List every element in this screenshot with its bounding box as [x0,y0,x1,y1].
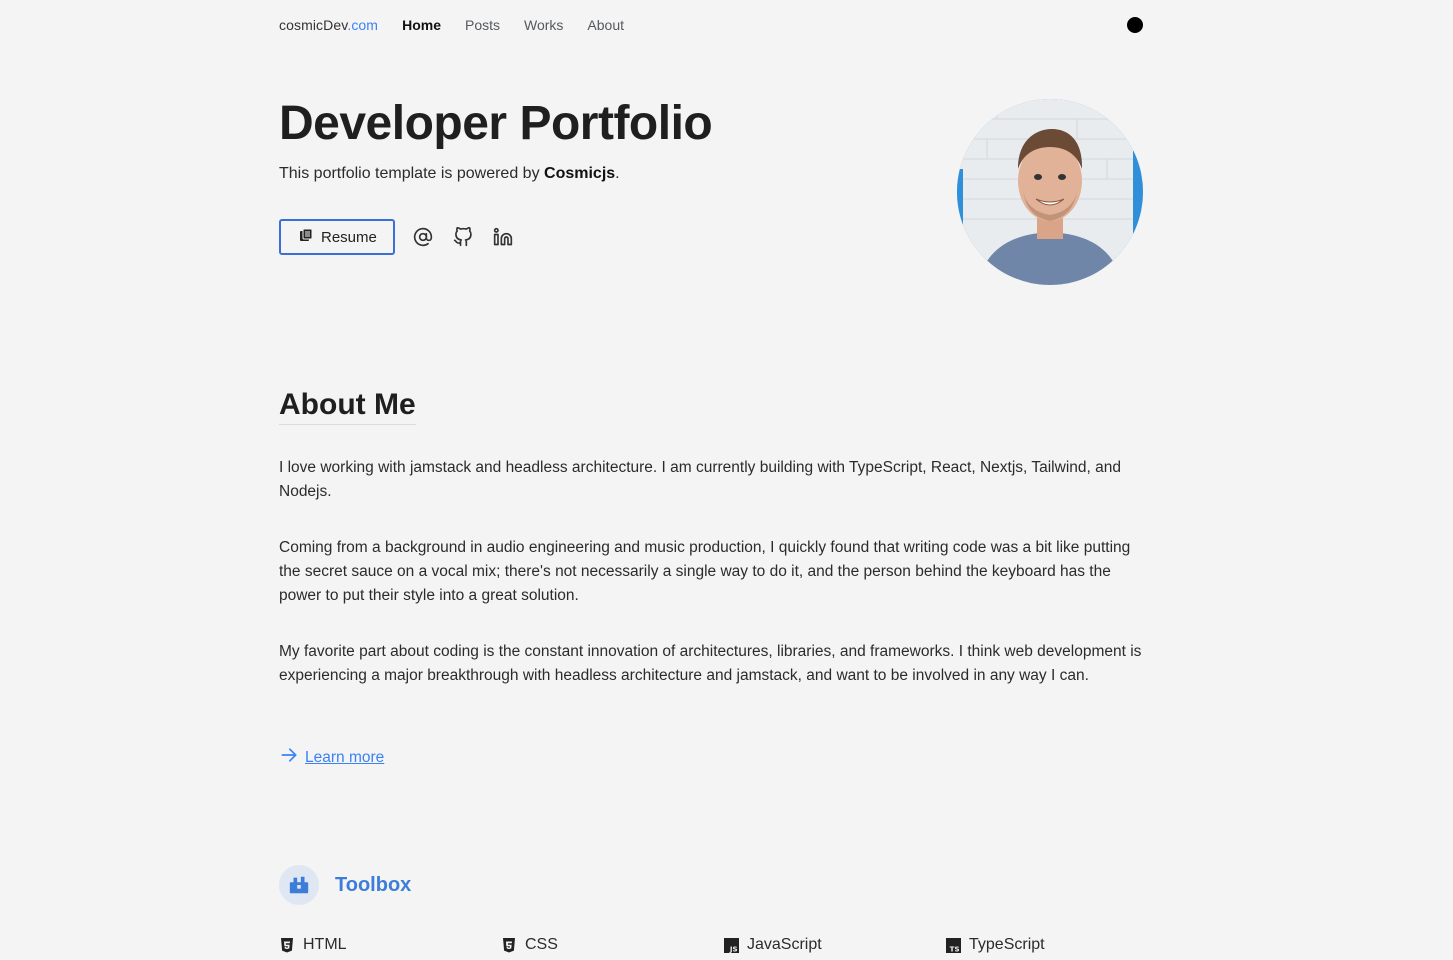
nav-link-home[interactable]: Home [402,17,441,33]
tool-item-css: CSS [501,936,723,954]
nav-link-works[interactable]: Works [524,17,563,33]
email-icon[interactable] [412,226,434,248]
document-icon [299,228,313,246]
top-nav: cosmicDev.com Home Posts Works About [279,0,1143,50]
tool-label: JavaScript [747,936,822,953]
nav-link-about[interactable]: About [587,17,624,33]
css3-icon [501,937,517,953]
toolbox-icon [279,865,319,905]
linkedin-icon[interactable] [492,226,514,248]
resume-button-label: Resume [321,228,377,246]
hero-actions: Resume [279,219,514,255]
tool-label: CSS [525,936,558,953]
hero-subtitle: This portfolio template is powered by Co… [279,165,620,183]
about-heading: About Me [279,388,416,425]
github-icon[interactable] [452,226,474,248]
tool-item-typescript: TS TypeScript [945,936,1167,954]
svg-text:TS: TS [949,945,959,953]
theme-toggle-button[interactable] [1127,17,1143,33]
learn-more-link[interactable]: Learn more [279,745,384,770]
typescript-icon: TS [945,937,961,953]
hero-subtitle-brand: Cosmicjs [544,165,616,182]
learn-more-label: Learn more [305,748,385,766]
html5-icon [279,937,295,953]
hero-subtitle-suffix: . [615,165,620,182]
toolbox-header: Toolbox [279,865,411,905]
page-title: Developer Portfolio [279,97,713,150]
social-links [412,226,514,248]
page: cosmicDev.com Home Posts Works About Dev… [279,0,1143,960]
about-paragraph-1: I love working with jamstack and headles… [279,459,1121,500]
brand-logo[interactable]: cosmicDev.com [279,17,378,33]
about-paragraph-3: My favorite part about coding is the con… [279,643,1142,684]
tool-item-html: HTML [279,936,501,954]
nav-links: Home Posts Works About [402,17,624,33]
tool-label: TypeScript [969,936,1045,953]
toolbox-list: HTML CSS JS JavaScript TS TypeScript [279,936,1167,954]
resume-button[interactable]: Resume [279,219,395,255]
svg-text:JS: JS [728,945,737,953]
tool-item-javascript: JS JavaScript [723,936,945,954]
brand-tld: .com [347,17,379,33]
javascript-icon: JS [723,937,739,953]
hero-subtitle-prefix: This portfolio template is powered by [279,165,545,182]
arrow-right-icon [279,745,299,770]
brand-name: cosmicDev [279,17,348,33]
nav-link-posts[interactable]: Posts [465,17,500,33]
tool-label: HTML [303,936,347,953]
toolbox-title: Toolbox [335,873,412,896]
avatar [957,99,1143,285]
about-paragraph-2: Coming from a background in audio engine… [279,539,1131,604]
